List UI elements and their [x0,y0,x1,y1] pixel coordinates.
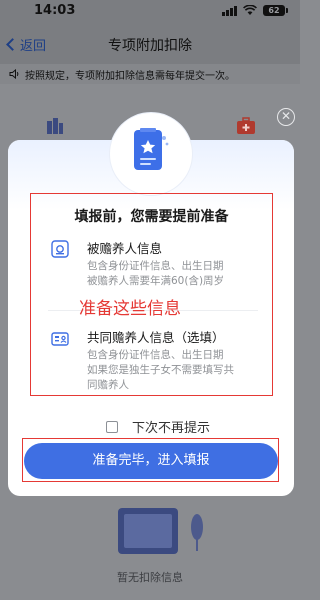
notice-bar: 按照规定，专项附加扣除信息需每年提交一次。 [0,64,300,84]
checkbox-label: 下次不再提示 [132,421,211,436]
status-icons: 62 [222,5,288,16]
item-desc-line: 如果您是独生子女不需要填写共 [87,364,234,376]
status-bar: 14:03 62 [0,0,300,24]
item-desc-line: 包含身份证件信息、出生日期 [87,260,224,272]
dont-show-again-checkbox[interactable] [106,420,118,433]
item-title: 共同赡养人信息（选填） [87,330,225,345]
notice-text: 按照规定，专项附加扣除信息需每年提交一次。 [25,70,235,82]
medical-kit-icon [237,117,255,134]
confirm-button[interactable]: 准备完毕，进入填报 [24,443,278,479]
annotation-note: 准备这些信息 [79,299,181,319]
item-title: 被赡养人信息 [87,241,163,256]
id-card-icon [51,240,69,258]
wifi-icon [243,5,257,15]
speaker-icon [9,69,19,79]
page-title: 专项附加扣除 [108,38,192,54]
signal-icon [222,5,237,16]
dialog-title: 填报前，您需要提前准备 [74,209,229,225]
item-desc-line: 被赡养人需要年满60(含)周岁 [87,275,225,287]
item-desc-line: 同赡养人 [87,379,129,391]
document-star-icon [134,128,169,170]
close-icon[interactable]: ✕ [277,108,295,126]
empty-state-text: 暂无扣除信息 [117,571,183,584]
dont-show-again-row[interactable]: 下次不再提示 [106,417,210,436]
shared-info-icon [51,332,69,346]
item-desc-line: 包含身份证件信息、出生日期 [87,349,224,361]
building-icon [47,118,63,134]
tree-icon [191,514,203,551]
battery-level: 62 [263,5,285,16]
navbar: 返回 专项附加扣除 [0,24,300,64]
status-time: 14:03 [34,3,76,18]
battery-icon: 62 [263,5,288,16]
empty-illustration [118,508,178,554]
